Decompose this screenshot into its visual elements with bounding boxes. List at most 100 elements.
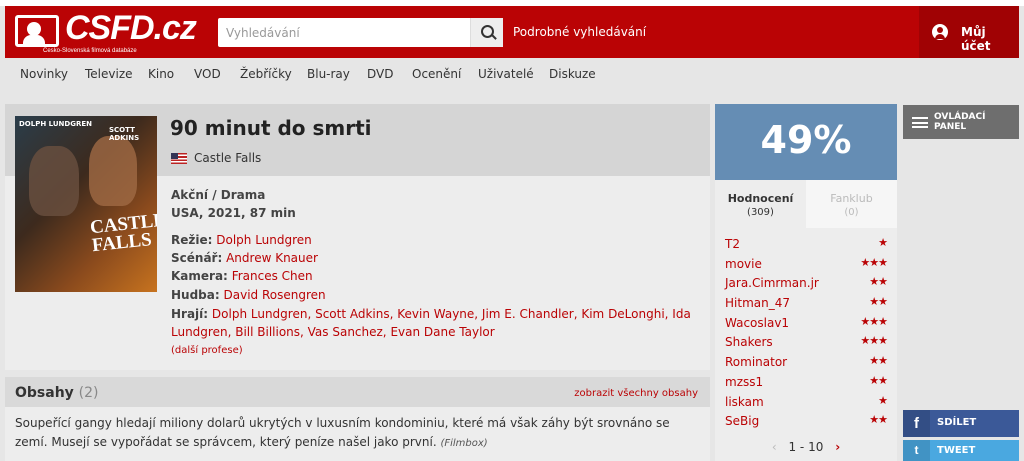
tab-fanclub[interactable]: Fanklub (0)	[806, 180, 897, 228]
more-professions-link[interactable]: (další profese)	[171, 345, 243, 356]
rating-user-link[interactable]: movie	[725, 257, 762, 271]
rating-value: 49%	[760, 118, 852, 162]
rating-row: Jara.Cimrman.jr ★★	[715, 273, 897, 293]
twitter-icon: t	[903, 440, 930, 461]
rating-row: liskam ★	[715, 392, 897, 412]
tab-fanclub-label: Fanklub	[830, 192, 873, 205]
crew-music: Hudba: David Rosengren	[171, 288, 326, 302]
crew-directing: Režie: Dolph Lundgren	[171, 233, 312, 247]
rating-stars: ★★	[869, 373, 888, 387]
poster-names-right: SCOTT ADKINS	[109, 126, 140, 142]
rating-stars: ★★	[869, 354, 888, 368]
plots-section: Obsahy (2) zobrazit všechny obsahy Soupe…	[5, 377, 710, 461]
music-label: Hudba:	[171, 288, 220, 302]
rating-stars: ★	[878, 236, 888, 249]
advanced-search-link[interactable]: Podrobné vyhledávání	[513, 25, 646, 39]
control-panel-label: OVLÁDACÍ PANEL	[934, 112, 986, 132]
screenwriter-link[interactable]: Andrew Knauer	[226, 251, 318, 265]
logo-person-icon	[15, 15, 59, 47]
main-nav: Novinky Televize Kino VOD Žebříčky Blu-r…	[5, 60, 1019, 90]
rating-user-link[interactable]: liskam	[725, 395, 764, 409]
rating-user-link[interactable]: SeBig	[725, 414, 759, 428]
tab-ratings-count: (309)	[747, 207, 774, 218]
twitter-share-label: TWEET	[937, 445, 976, 456]
movie-poster[interactable]: DOLPH LUNDGREN SCOTT ADKINS CASTLE FALLS	[15, 116, 157, 292]
logo-text: CSFD.cz	[65, 9, 197, 47]
rating-user-link[interactable]: T2	[725, 237, 740, 251]
nav-item-oceneni[interactable]: Ocenění	[412, 67, 461, 81]
plot-source: (Filmbox)	[440, 438, 488, 449]
facebook-icon: f	[903, 410, 930, 437]
rating-user-link[interactable]: mzss1	[725, 375, 763, 389]
tab-ratings[interactable]: Hodnocení (309)	[715, 180, 806, 228]
nav-item-diskuze[interactable]: Diskuze	[549, 67, 596, 81]
poster-title: CASTLE FALLS	[89, 209, 157, 257]
rating-stars: ★	[878, 393, 888, 407]
rating-row: Shakers ★★★	[715, 332, 897, 352]
nav-item-dvd[interactable]: DVD	[367, 67, 393, 81]
twitter-share-button[interactable]: t TWEET	[903, 440, 1019, 461]
menu-icon	[912, 117, 928, 128]
movie-title: 90 minut do smrti	[170, 116, 372, 140]
usa-flag-icon	[171, 153, 187, 164]
tab-fanclub-count: (0)	[844, 207, 859, 218]
account-button[interactable]: Můj účet	[919, 6, 1019, 58]
rating-user-link[interactable]: Jara.Cimrman.jr	[725, 276, 819, 290]
directing-label: Režie:	[171, 233, 213, 247]
nav-item-televize[interactable]: Televize	[85, 67, 133, 81]
rating-user-link[interactable]: Shakers	[725, 335, 773, 349]
rating-stars: ★★★	[860, 314, 888, 328]
nav-item-uzivatele[interactable]: Uživatelé	[478, 67, 534, 81]
header: CSFD.cz Česko-Slovenská filmová databáze…	[5, 6, 1019, 58]
rating-row: Rominator ★★	[715, 352, 897, 372]
rating-column: 49% Hodnocení (309) Fanklub (0) T2 ★ movi…	[715, 104, 897, 461]
user-ratings-list: T2 ★ movie ★★★ Jara.Cimrman.jr ★★ Hitman_47…	[715, 234, 897, 431]
facebook-share-label: SDÍLET	[937, 417, 977, 428]
rating-user-link[interactable]: Hitman_47	[725, 296, 790, 310]
account-label: Můj účet	[961, 25, 991, 53]
poster-names-left: DOLPH LUNDGREN	[19, 120, 92, 128]
director-link[interactable]: Dolph Lundgren	[216, 233, 312, 247]
pager-next-button[interactable]: ›	[835, 440, 840, 454]
control-panel-button[interactable]: OVLÁDACÍ PANEL	[903, 105, 1019, 139]
movie-genre: Akční / Drama	[171, 188, 266, 202]
nav-item-kino[interactable]: Kino	[148, 67, 174, 81]
screenplay-label: Scénář:	[171, 251, 223, 265]
facebook-share-button[interactable]: f SDÍLET	[903, 410, 1019, 437]
composer-link[interactable]: David Rosengren	[224, 288, 326, 302]
movie-origin: USA, 2021, 87 min	[171, 206, 296, 220]
rating-box: 49%	[715, 104, 897, 180]
rating-row: movie ★★★	[715, 254, 897, 274]
plots-header: Obsahy (2) zobrazit všechny obsahy	[5, 377, 710, 407]
ratings-pager: ‹ 1 - 10 ›	[715, 440, 897, 454]
plot-text: Soupeřící gangy hledají miliony dolarů u…	[15, 414, 705, 453]
plots-title-text: Obsahy	[15, 385, 74, 401]
rating-stars: ★★	[869, 413, 888, 427]
pager-prev-button[interactable]: ‹	[772, 440, 777, 454]
rating-user-link[interactable]: Wacoslav1	[725, 316, 789, 330]
camera-label: Kamera:	[171, 269, 228, 283]
rating-row: T2 ★	[715, 234, 897, 254]
search-input[interactable]	[218, 18, 468, 47]
rating-row: mzss1 ★★	[715, 372, 897, 392]
search-icon[interactable]	[470, 18, 503, 47]
plot-body: Soupeřící gangy hledají miliony dolarů u…	[15, 416, 670, 449]
nav-item-vod[interactable]: VOD	[194, 67, 221, 81]
rating-user-link[interactable]: Rominator	[725, 355, 787, 369]
rating-row: SeBig ★★	[715, 411, 897, 431]
nav-item-novinky[interactable]: Novinky	[20, 67, 68, 81]
cast-links[interactable]: Dolph Lundgren, Scott Adkins, Kevin Wayn…	[171, 307, 691, 339]
poster-figure-left	[29, 146, 79, 216]
crew-screenplay: Scénář: Andrew Knauer	[171, 251, 318, 265]
nav-item-bluray[interactable]: Blu-ray	[307, 67, 350, 81]
nav-item-zebricky[interactable]: Žebříčky	[240, 67, 292, 81]
original-title: Castle Falls	[194, 151, 262, 165]
show-all-plots-link[interactable]: zobrazit všechny obsahy	[574, 388, 698, 399]
movie-info: DOLPH LUNDGREN SCOTT ADKINS CASTLE FALLS…	[5, 104, 710, 370]
rating-row: Hitman_47 ★★	[715, 293, 897, 313]
csfd-logo[interactable]: CSFD.cz Česko-Slovenská filmová databáze	[15, 9, 197, 54]
rating-stars: ★★	[869, 295, 888, 309]
crew-camera: Kamera: Frances Chen	[171, 269, 313, 283]
camera-link[interactable]: Frances Chen	[232, 269, 313, 283]
cast-label: Hrají:	[171, 307, 209, 321]
